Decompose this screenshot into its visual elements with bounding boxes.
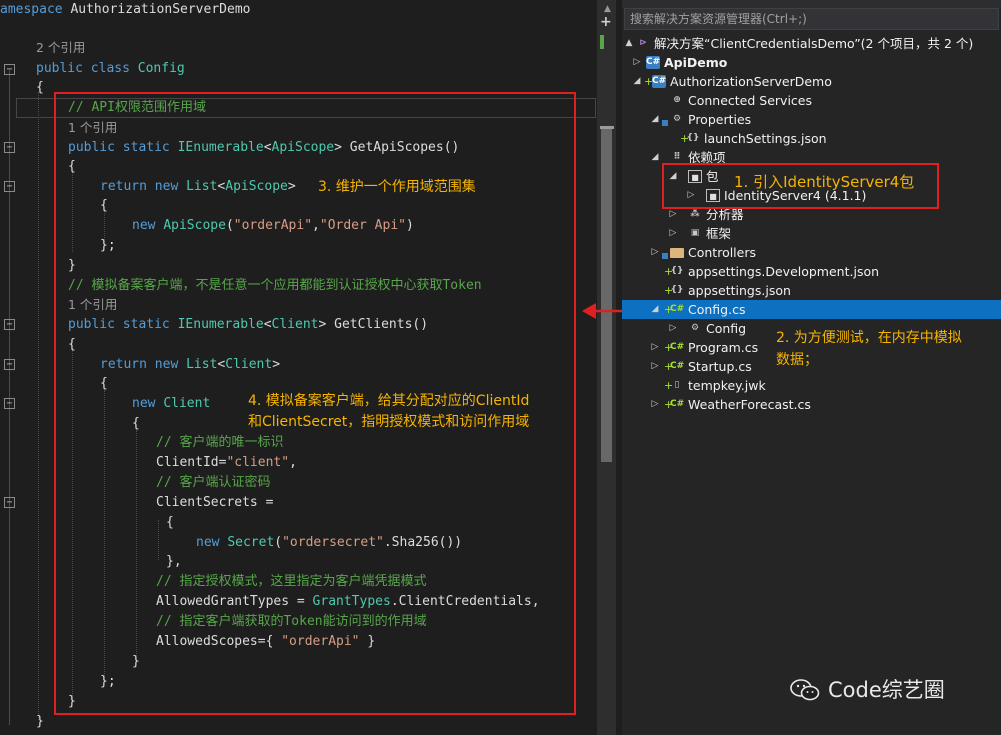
tree-item-appsettings-file[interactable]: +{} appsettings.json [622, 281, 1001, 300]
connected-services-icon: ⊕ [673, 95, 681, 105]
tree-item-launchsettings-file[interactable]: +{} launchSettings.json [622, 129, 1001, 148]
wechat-icon [790, 679, 820, 701]
lock-icon [662, 120, 668, 126]
expand-arrow-icon[interactable]: ▷ [650, 338, 660, 357]
tree-item-label: AuthorizationServerDemo [670, 74, 832, 89]
split-editor-icon[interactable]: + [600, 14, 612, 30]
collapse-arrow-icon[interactable]: ▲ [624, 34, 634, 53]
code-line[interactable]: public class Config [36, 59, 185, 79]
tree-item-label: Connected Services [688, 93, 812, 108]
tree-item-label: Config [706, 321, 747, 336]
json-file-icon: {} [686, 133, 700, 143]
code-line[interactable]: } [36, 712, 44, 732]
tree-item-label: WeatherForecast.cs [688, 397, 811, 412]
expand-arrow-icon[interactable]: ▷ [650, 357, 660, 376]
annotation-note-2-line1: 2. 为方便测试，在内存中模拟 [776, 330, 962, 346]
collapse-arrow-icon[interactable]: ◢ [632, 72, 642, 91]
csharp-file-icon: C# [670, 304, 685, 314]
tree-item-label: 解决方案“ClientCredentialsDemo”(2 个项目，共 2 个) [654, 36, 974, 51]
tree-item-project-apidemo[interactable]: ▷ C# ApiDemo [622, 53, 1001, 72]
code-token: AuthorizationServerDemo [70, 2, 251, 17]
collapse-arrow-icon[interactable]: ◢ [650, 148, 660, 167]
file-icon: ▯ [674, 380, 680, 390]
annotation-note-3: 3. 维护一个作用域范围集 [318, 179, 476, 195]
annotation-note-4-line2: 和ClientSecret，指明授权模式和访问作用域 [248, 414, 530, 430]
annotation-note-1: 1. 引入IdentityServer4包 [734, 173, 915, 191]
collapse-toggle[interactable]: − [4, 359, 15, 370]
tree-item-label: appsettings.json [688, 283, 791, 298]
code-token: amespace [0, 2, 71, 17]
properties-icon: ⚙ [672, 114, 682, 124]
tree-item-solution-node[interactable]: ▲ ⊳ 解决方案“ClientCredentialsDemo”(2 个项目，共 2 … [622, 34, 1001, 53]
solution-search-input[interactable]: 搜索解决方案资源管理器(Ctrl+;) [624, 8, 999, 30]
tree-item-label: tempkey.jwk [688, 378, 766, 393]
collapse-toggle[interactable]: − [4, 181, 15, 192]
code-line[interactable]: amespace AuthorizationServerDemo [0, 0, 250, 20]
tree-item-frameworks-node[interactable]: ▷ ▣ 框架 [622, 224, 1001, 243]
change-marker [600, 35, 604, 49]
analyzer-icon: ⁂ [690, 209, 700, 219]
explorer-toolbar [622, 0, 1001, 8]
tree-item-label: Config.cs [688, 302, 746, 317]
collapse-toggle[interactable]: − [4, 398, 15, 409]
expand-arrow-icon[interactable]: ▷ [632, 53, 642, 72]
tree-item-config-cs-file[interactable]: ◢ + C# Config.cs [622, 300, 1001, 319]
csharp-project-icon: C# [646, 56, 661, 69]
tree-item-weatherforecast-file[interactable]: ▷ + C# WeatherForecast.cs [622, 395, 1001, 414]
code-token: public [36, 61, 91, 76]
reference-count-link[interactable]: 2 个引用 [36, 40, 85, 55]
code-editor[interactable]: amespace AuthorizationServerDemo 2 个引用 pub… [0, 0, 616, 735]
expand-arrow-icon[interactable]: ▷ [650, 395, 660, 414]
solution-icon: ⊳ [639, 38, 647, 48]
expand-arrow-icon[interactable]: ▷ [650, 243, 660, 262]
annotation-note-2-line2: 数据； [776, 352, 818, 368]
solution-explorer: 搜索解决方案资源管理器(Ctrl+;) ▲ ⊳ 解决方案“ClientCredent… [622, 0, 1001, 735]
csharp-project-icon: C# [652, 75, 667, 88]
folder-icon [670, 248, 684, 258]
tree-item-properties-folder[interactable]: ◢ ⚙ Properties [622, 110, 1001, 129]
expand-arrow-icon[interactable]: ▷ [668, 224, 678, 243]
collapse-arrow-icon[interactable]: ◢ [650, 300, 660, 319]
code-line[interactable]: { [36, 78, 44, 98]
code-token: } [36, 714, 44, 729]
code-token: { [36, 80, 44, 95]
scrollbar-thumb[interactable] [601, 126, 612, 462]
csharp-file-icon: C# [670, 342, 685, 352]
collapse-toggle[interactable]: − [4, 319, 15, 330]
expand-arrow-icon[interactable]: ▷ [668, 319, 678, 338]
scroll-up-icon[interactable]: ▲ [604, 4, 611, 14]
collapse-toggle[interactable]: − [4, 142, 15, 153]
caret-marker [600, 126, 614, 129]
watermark-text: Code综艺圈 [828, 678, 945, 702]
class-icon: ⚙ [690, 323, 700, 333]
tree-item-label: Program.cs [688, 340, 759, 355]
indent-guide [38, 92, 39, 720]
csharp-file-icon: C# [670, 399, 685, 409]
tree-item-label: launchSettings.json [704, 131, 827, 146]
tree-item-label: appsettings.Development.json [688, 264, 880, 279]
code-token: Config [137, 61, 185, 76]
tree-item-controllers-folder[interactable]: ▷ Controllers [622, 243, 1001, 262]
code-token: class [90, 61, 138, 76]
tree-item-label: Properties [688, 112, 752, 127]
framework-icon: ▣ [690, 228, 700, 238]
tree-item-label: Controllers [688, 245, 756, 260]
tree-item-label: 框架 [706, 226, 732, 241]
csharp-file-icon: C# [670, 361, 685, 371]
collapse-toggle[interactable]: − [4, 64, 15, 75]
json-file-icon: {} [670, 285, 684, 295]
tree-item-label: ApiDemo [664, 55, 728, 70]
tree-item-project-authserver[interactable]: ◢ + C# AuthorizationServerDemo [622, 72, 1001, 91]
tree-item-tempkey-file[interactable]: + ▯ tempkey.jwk [622, 376, 1001, 395]
tree-item-connected-services[interactable]: ⊕ Connected Services [622, 91, 1001, 110]
annotation-note-4-line1: 4. 模拟备案客户端，给其分配对应的ClientId [248, 393, 530, 409]
tree-item-label: Startup.cs [688, 359, 752, 374]
tree-item-appsettings-dev-file[interactable]: +{} appsettings.Development.json [622, 262, 1001, 281]
collapse-arrow-icon[interactable]: ◢ [650, 110, 660, 129]
json-file-icon: {} [670, 266, 684, 276]
lock-icon [662, 253, 668, 259]
code-line[interactable]: 2 个引用 [36, 38, 85, 58]
collapse-toggle[interactable]: − [4, 497, 15, 508]
